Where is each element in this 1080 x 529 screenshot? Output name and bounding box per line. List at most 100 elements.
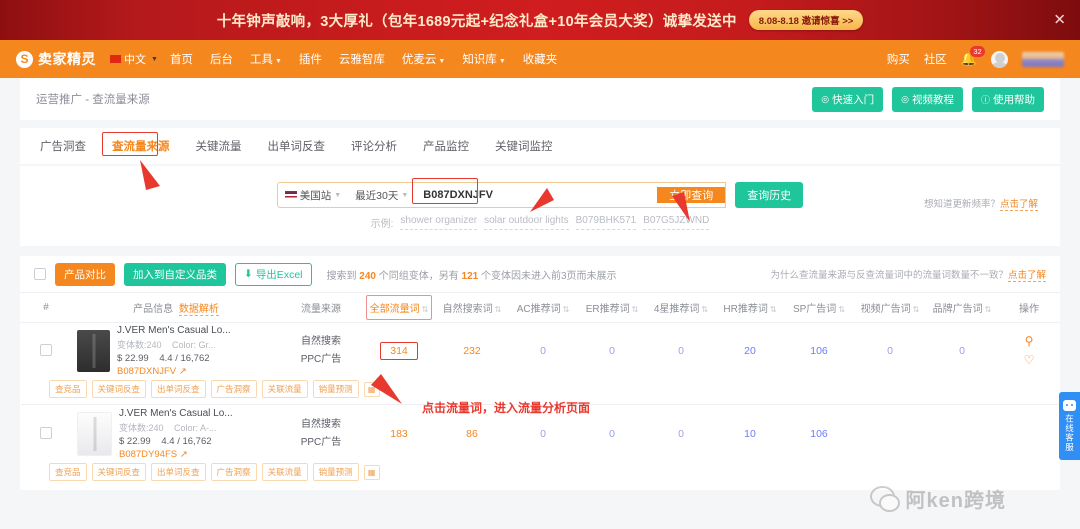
customer-service-widget[interactable]: 在线客服 [1059,392,1080,460]
username-blurred[interactable] [1022,51,1064,67]
example-3[interactable]: B079BHK571 [575,215,637,230]
nav-item-home[interactable]: 首页 [170,51,193,67]
video-ad-keywords-cell[interactable] [854,406,926,462]
chart-icon[interactable]: ▦ [363,381,380,397]
hr-keywords-cell[interactable]: 10 [716,406,784,462]
all-keywords-value-wrap[interactable]: 314 [380,342,418,360]
search-input[interactable] [415,183,658,207]
avatar[interactable] [991,50,1008,68]
four-star-keywords-cell[interactable]: 0 [646,323,716,380]
add-to-category-button[interactable]: 加入到自定义品类 [124,262,226,286]
tab-keyword-monitor[interactable]: 关键词监控 [495,138,553,154]
sp-ad-keywords-cell[interactable]: 106 [784,323,854,380]
ac-keywords-cell[interactable]: 0 [508,323,578,380]
tag-order-keyword-lookup[interactable]: 出单词反查 [151,463,206,481]
external-link-icon[interactable]: ↗ [179,366,187,377]
tag-keyword-lookup[interactable]: 关键词反查 [91,380,147,398]
help-button[interactable]: ⓘ 使用帮助 [971,86,1044,112]
period-select[interactable]: 最近30天 ▼ [348,183,415,207]
search-button[interactable]: 立即查询 [657,187,726,203]
nav-community-link[interactable]: 社区 [924,51,947,67]
tab-review-analysis[interactable]: 评论分析 [351,138,397,154]
col-organic-keywords[interactable]: 自然搜索词 ⇅ [436,292,508,323]
nav-item-youmaiyun[interactable]: 优麦云 ▼ [402,51,445,67]
nav-item-plugin[interactable]: 插件 [299,51,322,67]
col-ac-keywords[interactable]: AC推荐词 ⇅ [508,292,578,323]
quick-start-button[interactable]: ◎ 快速入门 [812,86,884,112]
row-checkbox[interactable] [40,426,52,439]
brand-ad-keywords-cell[interactable]: 0 [926,323,998,380]
er-keywords-cell[interactable]: 0 [578,406,646,462]
nav-item-favorites[interactable]: 收藏夹 [523,51,558,67]
chart-icon[interactable]: ▦ [363,464,380,480]
brand-ad-keywords-cell[interactable] [926,406,998,462]
search-history-button[interactable]: 查询历史 [735,182,804,208]
col-er-keywords[interactable]: ER推荐词 ⇅ [578,292,646,323]
col-data-parse-link[interactable]: 数据解析 [178,304,219,316]
tag-ad-insight[interactable]: 广告洞察 [210,380,257,398]
er-keywords-cell[interactable]: 0 [578,323,646,380]
tab-ad-insight[interactable]: 广告洞查 [40,138,86,154]
tag-order-keyword-lookup[interactable]: 出单词反查 [151,380,206,398]
nav-item-library[interactable]: 知识库 ▼ [462,51,505,67]
bell-icon[interactable]: 🔔 32 [961,45,987,67]
compare-products-button[interactable]: 产品对比 [55,262,115,286]
example-2[interactable]: solar outdoor lights [484,215,569,230]
ac-keywords-cell[interactable]: 0 [508,406,578,462]
export-excel-button[interactable]: ⬇ 导出Excel [235,262,312,286]
select-all-checkbox[interactable] [34,268,46,280]
video-ad-keywords-cell[interactable]: 0 [854,323,926,380]
tab-product-monitor[interactable]: 产品监控 [423,138,469,154]
product-thumbnail[interactable] [77,412,112,456]
col-brand-ad-keywords[interactable]: 品牌广告词 ⇅ [926,292,998,323]
product-title[interactable]: J.VER Men's Casual Lo... [119,408,233,419]
all-keywords-cell[interactable]: 183 [362,406,436,462]
tag-related-traffic[interactable]: 关联流量 [261,380,308,398]
product-asin[interactable]: B087DY94FS ↗ [119,449,233,460]
tag-check-competitor[interactable]: 查竞品 [49,380,87,398]
heart-icon[interactable]: ♡ [999,351,1059,370]
col-hr-keywords[interactable]: HR推荐词 ⇅ [716,292,784,323]
example-1[interactable]: shower organizer [400,215,478,230]
close-icon[interactable]: ✕ [1053,13,1066,28]
tab-order-keyword-lookup[interactable]: 出单词反查 [268,138,326,154]
four-star-keywords-cell[interactable]: 0 [646,406,716,462]
results-table: # 产品信息 数据解析 流量来源 全部流量词 ⇅ 自然搜索词 ⇅ AC推荐词 ⇅ ER… [20,292,1060,488]
tag-sales-forecast[interactable]: 销量预测 [312,380,359,398]
language-selector[interactable]: 中文 ▼ [110,51,158,67]
nav-item-knowledge-base[interactable]: 云雅智库 [339,51,385,67]
why-note-link[interactable]: 点击了解 [1007,270,1046,282]
nav-item-backend[interactable]: 后台 [210,51,233,67]
marketplace-select[interactable]: 美国站 ▼ [278,183,348,207]
product-thumbnail[interactable] [77,330,110,372]
tag-keyword-lookup[interactable]: 关键词反查 [91,463,147,481]
nav-buy-link[interactable]: 购买 [887,51,910,67]
sort-icon: ⇅ [912,305,920,314]
update-frequency-link[interactable]: 点击了解 [999,199,1038,211]
col-sp-ad-keywords[interactable]: SP广告词 ⇅ [784,292,854,323]
col-four-star-keywords[interactable]: 4星推荐词 ⇅ [646,292,716,323]
all-keywords-cell[interactable]: 314 [362,323,436,380]
tag-related-traffic[interactable]: 关联流量 [261,463,308,481]
tag-check-competitor[interactable]: 查竞品 [49,463,87,481]
col-all-keywords[interactable]: 全部流量词 ⇅ [362,292,436,323]
site-logo[interactable]: S 卖家精灵 [16,49,96,69]
example-4[interactable]: B07G5JZWND [643,215,710,230]
tag-ad-insight[interactable]: 广告洞察 [210,463,257,481]
video-tutorial-button[interactable]: ◎ 视频教程 [892,86,963,112]
row-checkbox[interactable] [40,343,52,356]
nav-item-tools[interactable]: 工具 ▼ [250,51,282,67]
external-link-icon[interactable]: ↗ [180,449,188,460]
sp-ad-keywords-cell[interactable]: 106 [784,406,854,462]
col-video-ad-keywords[interactable]: 视频广告词 ⇅ [854,292,926,323]
product-asin[interactable]: B087DXNJFV ↗ [117,366,231,377]
promo-cta-button[interactable]: 8.08-8.18 邀请惊喜 >> [748,10,864,30]
tab-traffic-source[interactable]: 查流量来源 [112,138,170,154]
tag-sales-forecast[interactable]: 销量预测 [312,463,359,481]
organic-keywords-cell[interactable]: 86 [436,406,508,462]
product-title[interactable]: J.VER Men's Casual Lo... [117,325,231,336]
search-icon[interactable]: ⚲ [999,332,1059,351]
organic-keywords-cell[interactable]: 232 [436,323,508,380]
hr-keywords-cell[interactable]: 20 [716,323,784,380]
tab-key-traffic[interactable]: 关键流量 [196,138,242,154]
